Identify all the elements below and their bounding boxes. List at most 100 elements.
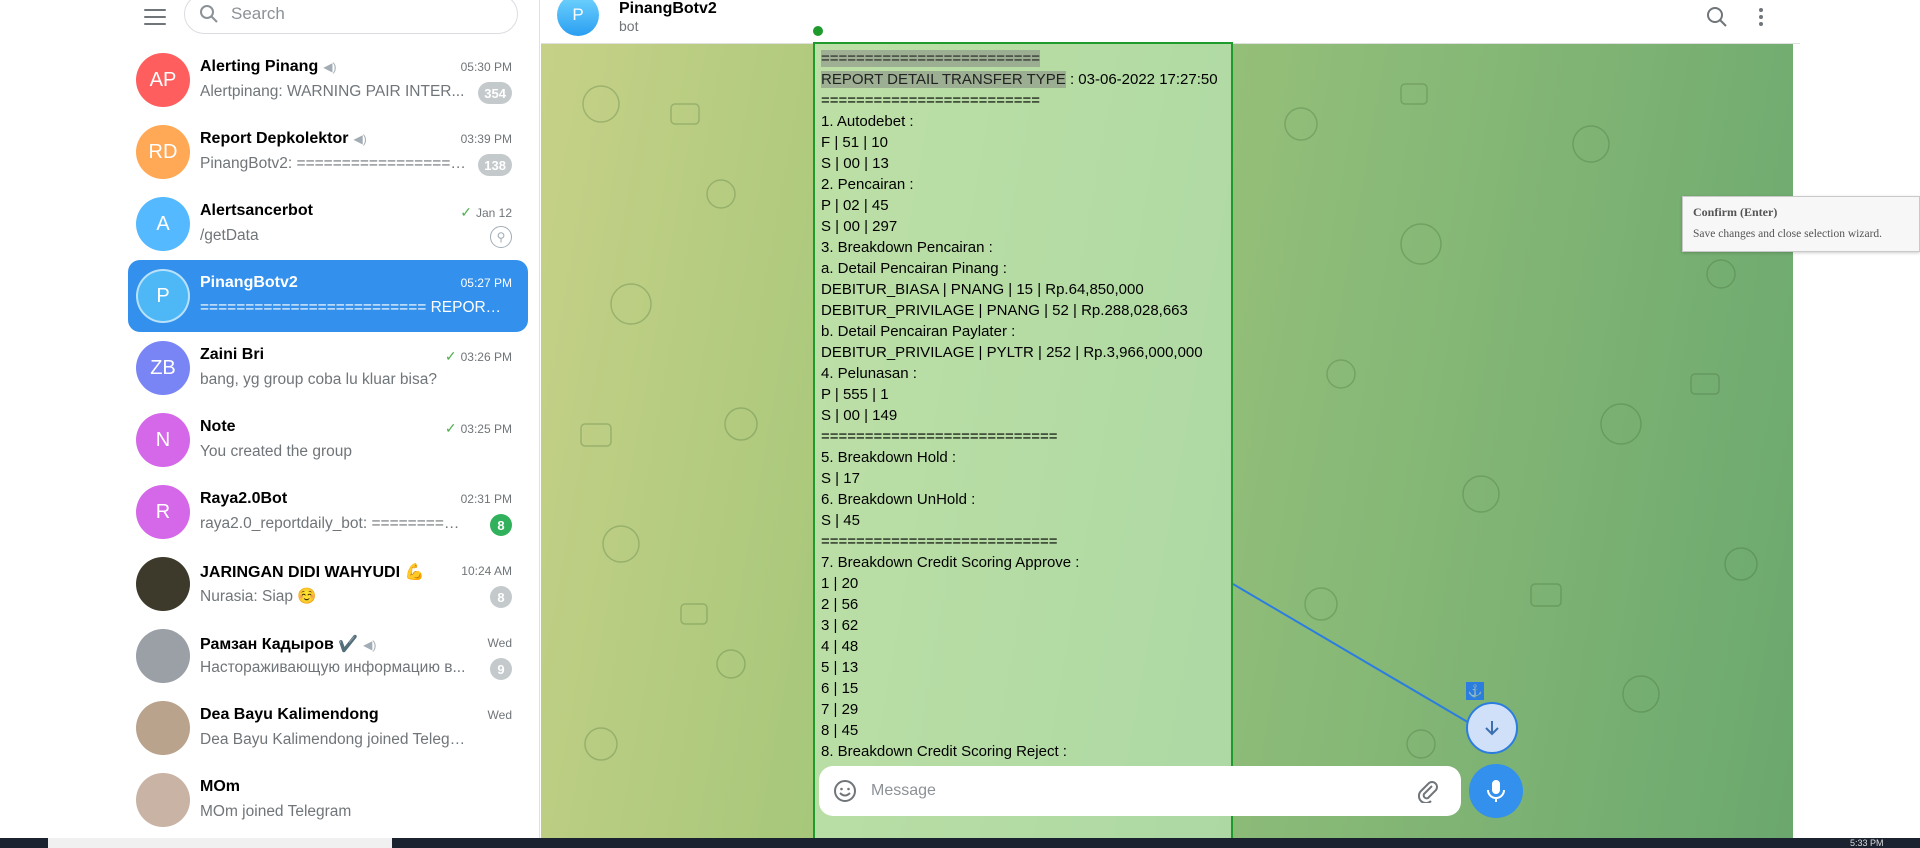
more-options-icon[interactable] <box>1757 6 1765 28</box>
message-line: 8. Breakdown Credit Scoring Reject : <box>821 743 1067 760</box>
chat-header[interactable]: P PinangBotv2 bot <box>541 0 1800 44</box>
message-input[interactable] <box>871 782 1391 800</box>
message-composer[interactable] <box>819 766 1461 816</box>
message-line: 1. Autodebet : <box>821 113 914 130</box>
chat-list: AP Alerting Pinang ◀) 05:30 PM Alertpinang: … <box>128 44 528 836</box>
avatar <box>136 557 190 611</box>
message-line: =========================== <box>821 533 1058 550</box>
message-line: 2. Pencairan : <box>821 176 914 193</box>
chat-subtitle: bot <box>619 18 639 34</box>
chat-list-item[interactable]: RD Report Depkolektor ◀) 03:39 PM PinangBotv… <box>128 116 528 188</box>
chat-list-item[interactable]: MOm MOm joined Telegram <box>128 764 528 836</box>
arrow-down-icon <box>1485 721 1499 736</box>
avatar <box>136 773 190 827</box>
chat-item-preview: PinangBotv2: ====================... <box>200 155 468 172</box>
message-line: S | 00 | 149 <box>821 407 898 424</box>
message-line: 6 | 15 <box>821 680 859 697</box>
avatar: ZB <box>136 341 190 395</box>
menu-icon[interactable] <box>144 9 166 25</box>
avatar: A <box>136 197 190 251</box>
chat-list-item[interactable]: Dea Bayu Kalimendong Wed Dea Bayu Kalimend… <box>128 692 528 764</box>
chat-list-item[interactable]: R Raya2.0Bot 02:31 PM raya2.0_reportdaily_b… <box>128 476 528 548</box>
chat-scrollbar[interactable] <box>1793 44 1800 644</box>
chat-list-item[interactable]: ZB Zaini Bri ✓ 03:26 PM bang, yg group coba … <box>128 332 528 404</box>
chat-item-time: 05:27 PM <box>460 276 512 290</box>
muted-icon: ◀) <box>323 60 337 74</box>
chat-list-item[interactable]: AP Alerting Pinang ◀) 05:30 PM Alertpinang: … <box>128 44 528 116</box>
avatar <box>136 629 190 683</box>
message-line: 4. Pelunasan : <box>821 365 917 382</box>
muted-icon: ◀) <box>429 566 430 580</box>
search-box[interactable] <box>184 0 518 34</box>
avatar: RD <box>136 125 190 179</box>
highlighted-text: REPORT DETAIL TRANSFER TYPE <box>821 71 1066 88</box>
message-line: S | 00 | 13 <box>821 155 889 172</box>
chat-title[interactable]: PinangBotv2 <box>619 0 717 18</box>
chat-item-time: Wed <box>487 636 512 650</box>
chat-item-time: ✓ 03:25 PM <box>444 420 512 436</box>
message-line: 3 | 62 <box>821 617 859 634</box>
chat-list-item[interactable]: A Alertsancerbot ✓ Jan 12/getData ⚲ <box>128 188 528 260</box>
voice-record-button[interactable] <box>1469 764 1523 818</box>
avatar: P <box>136 269 190 323</box>
tooltip-title: Confirm (Enter) <box>1693 205 1778 219</box>
message-line: F | 51 | 10 <box>821 134 888 151</box>
chat-item-title: Raya2.0Bot <box>200 490 288 507</box>
taskbar-search-strip[interactable] <box>48 838 392 848</box>
chat-list-item[interactable]: JARINGAN DIDI WAHYUDI 💪◀) 10:24 AM Nurasia… <box>128 548 528 620</box>
anchor-icon[interactable]: ⚓ <box>1466 682 1484 700</box>
emoji-icon[interactable] <box>833 779 857 803</box>
line-text: : 03-06-2022 17:27:50 <box>1065 71 1218 88</box>
unread-badge: 138 <box>478 154 512 176</box>
confirm-tooltip: Confirm (Enter) Save changes and close s… <box>1682 196 1920 252</box>
message-line: P | 555 | 1 <box>821 386 889 403</box>
chat-list-item[interactable]: Рамзан Кадыров ✔️ ◀) Wed Настораживающую ин… <box>128 620 528 692</box>
pin-icon: ⚲ <box>490 226 512 248</box>
message-line: DEBITUR_PRIVILAGE | PYLTR | 252 | Rp.3,9… <box>821 344 1203 361</box>
message-line: 7 | 29 <box>821 701 859 718</box>
header-avatar[interactable]: P <box>557 0 599 36</box>
chat-item-title: Alerting Pinang ◀) <box>200 58 337 75</box>
chat-item-title: MOm <box>200 778 240 795</box>
chat-item-time: 03:39 PM <box>460 132 512 146</box>
message-line: 7. Breakdown Credit Scoring Approve : <box>821 554 1080 571</box>
unread-badge: 9 <box>490 658 512 680</box>
chat-item-preview: Alertpinang: WARNING PAIR INTER... <box>200 83 465 100</box>
chat-item-time: 02:31 PM <box>460 492 512 506</box>
telegram-window: APAlerting Pinang◀)05:30 PMAlertpinang: … <box>0 0 1920 848</box>
message-line: ========================= <box>821 48 1227 69</box>
avatar: R <box>136 485 190 539</box>
search-icon <box>200 5 218 23</box>
chat-item-title: Zaini Bri <box>200 346 265 363</box>
search-input[interactable] <box>231 4 471 24</box>
scroll-down-button[interactable] <box>1466 702 1518 754</box>
message-line: ========================= <box>821 92 1040 109</box>
chat-item-time: 05:30 PM <box>460 60 512 74</box>
message-line: DEBITUR_BIASA | PNANG | 15 | Rp.64,850,0… <box>821 281 1144 298</box>
message-line: REPORT DETAIL TRANSFER TYPE : 03-06-2022… <box>821 69 1227 90</box>
message-line: 5. Breakdown Hold : <box>821 449 957 466</box>
chat-item-preview: Nurasia: Siap ☺️ <box>200 588 317 605</box>
microphone-icon <box>1487 780 1505 802</box>
muted-icon: ◀) <box>353 132 367 146</box>
chat-list-item[interactable]: P PinangBotv2 05:27 PM ====================… <box>128 260 528 332</box>
search-icon[interactable] <box>1706 6 1728 28</box>
read-check-icon: ✓ <box>444 420 457 436</box>
chat-item-title: Note <box>200 418 236 435</box>
unread-badge: 8 <box>490 514 512 536</box>
chat-item-title: Dea Bayu Kalimendong <box>200 706 379 723</box>
message-line: 1 | 20 <box>821 575 859 592</box>
message-line: 2 | 56 <box>821 596 859 613</box>
message-bubble[interactable]: ========================= REPORT DETAIL T… <box>821 48 1227 760</box>
selection-handle[interactable] <box>811 24 825 38</box>
chat-list-item[interactable]: N Note ✓ 03:25 PM You created the group <box>128 404 528 476</box>
message-line: 4 | 48 <box>821 638 859 655</box>
muted-icon: ◀) <box>363 638 377 652</box>
chat-item-time: ✓ Jan 12 <box>460 204 512 220</box>
chat-item-title: PinangBotv2 <box>200 274 298 291</box>
read-check-icon: ✓ <box>444 348 457 364</box>
chat-item-title: Рамзан Кадыров ✔️ ◀) <box>200 636 377 653</box>
avatar <box>136 701 190 755</box>
attach-icon[interactable] <box>1417 779 1439 803</box>
tooltip-description: Save changes and close selection wizard. <box>1693 228 1883 240</box>
